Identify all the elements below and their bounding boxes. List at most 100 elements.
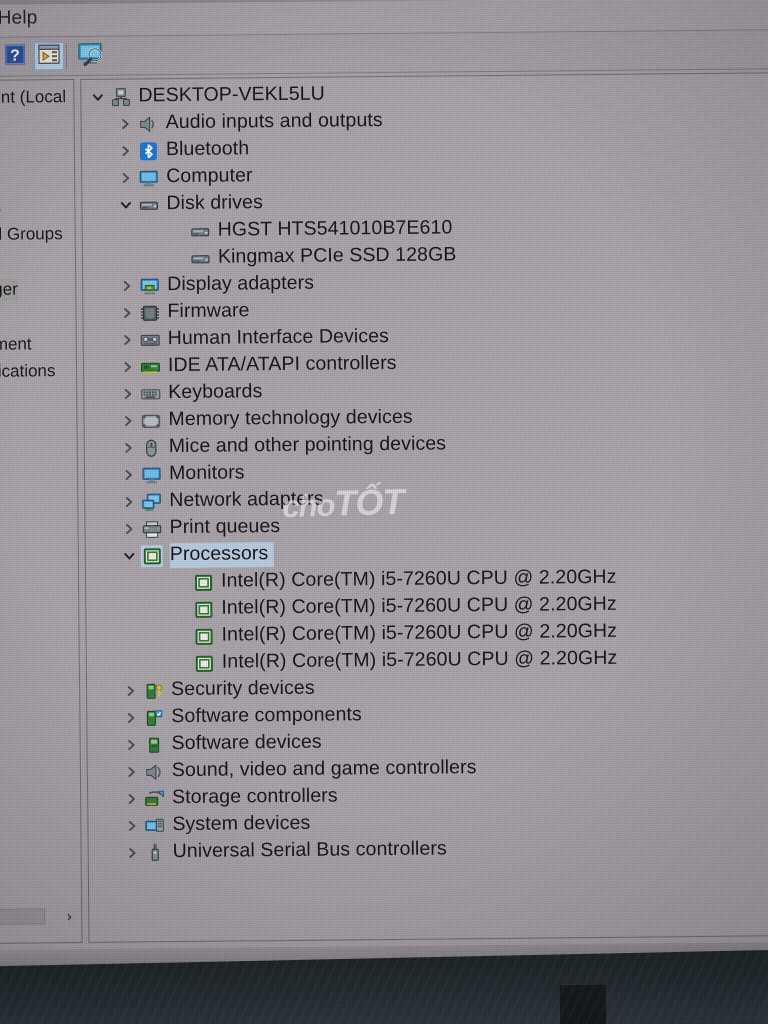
console-tree-item-label: d Groups xyxy=(0,224,63,244)
console-tree-item[interactable]: s xyxy=(0,197,1,219)
console-tree-item-label: ment xyxy=(0,334,32,354)
device-tree-node-label: Print queues xyxy=(169,515,281,539)
device-tree-node-label: Display adapters xyxy=(167,271,315,296)
software-component-icon xyxy=(142,707,164,729)
chevron-right-icon[interactable] xyxy=(113,164,137,191)
chevron-right-icon[interactable] xyxy=(115,407,139,434)
chevron-right-icon[interactable] xyxy=(116,434,140,461)
chevron-right-icon[interactable] xyxy=(116,461,140,488)
chevron-down-icon[interactable] xyxy=(85,84,109,111)
device-tree-node-label: Intel(R) Core(TM) i5-7260U CPU @ 2.20GHz xyxy=(220,566,617,592)
disk-drive-icon xyxy=(189,220,211,242)
processor-icon xyxy=(193,652,215,674)
computer-management-window: Help ? ent (Local d Groups ger ment lica… xyxy=(0,0,768,950)
device-tree-node-label: Sound, video and game controllers xyxy=(171,756,477,782)
device-tree-node-label: Intel(R) Core(TM) i5-7260U CPU @ 2.20GHz xyxy=(221,647,618,673)
processor-icon xyxy=(140,544,163,567)
toolbar-separator xyxy=(65,43,68,70)
device-tree-node[interactable]: Universal Serial Bus controllers xyxy=(89,833,768,867)
disk-drive-icon xyxy=(137,194,159,216)
chevron-right-icon[interactable] xyxy=(115,353,139,380)
console-tree-item[interactable]: lications xyxy=(0,360,56,383)
device-tree-node-label: Audio inputs and outputs xyxy=(165,109,383,134)
properties-button[interactable] xyxy=(33,42,65,71)
photo-of-monitor: Help ? ent (Local d Groups ger ment lica… xyxy=(0,0,768,1024)
monitor-icon xyxy=(140,464,162,486)
console-tree-item[interactable]: ger xyxy=(0,278,18,301)
device-tree-node-label: DESKTOP-VEKL5LU xyxy=(138,82,325,107)
chevron-right-icon[interactable] xyxy=(118,704,142,731)
bluetooth-icon xyxy=(137,140,159,162)
device-tree-node-label: Security devices xyxy=(170,676,315,701)
chevron-right-icon[interactable] xyxy=(119,785,143,812)
hscrollbar-thumb[interactable] xyxy=(0,908,46,925)
console-tree-item[interactable]: ent (Local xyxy=(0,86,66,109)
menu-item-help[interactable]: Help xyxy=(0,7,38,29)
system-device-icon xyxy=(143,815,165,837)
help-button[interactable]: ? xyxy=(0,42,30,70)
processor-icon xyxy=(192,625,214,647)
printer-icon xyxy=(140,518,162,540)
device-tree-node-label: Processors xyxy=(169,542,274,568)
chevron-right-icon[interactable] xyxy=(116,515,140,542)
storage-controller-icon xyxy=(143,788,165,810)
device-tree: DESKTOP-VEKL5LU Audio inputs and outputs B… xyxy=(81,77,768,867)
chevron-right-icon[interactable] xyxy=(114,299,138,326)
device-tree-node-label: Monitors xyxy=(168,461,245,485)
device-tree-node-label: Kingmax PCIe SSD 128GB xyxy=(217,243,457,268)
chevron-right-icon[interactable] xyxy=(114,272,138,299)
chevron-right-icon[interactable] xyxy=(118,677,142,704)
chevron-right-icon[interactable] xyxy=(116,488,140,515)
device-manager-pane[interactable]: DESKTOP-VEKL5LU Audio inputs and outputs B… xyxy=(80,72,768,943)
processor-icon xyxy=(192,571,214,593)
display-adapter-icon xyxy=(138,275,160,297)
device-tree-node-label: Firmware xyxy=(167,299,250,323)
network-adapter-icon xyxy=(140,491,162,513)
usb-controller-icon xyxy=(144,842,166,864)
software-device-icon xyxy=(143,734,165,756)
processor-icon xyxy=(192,598,214,620)
console-tree-pane[interactable]: ent (Localrsd Groupsgermentlications › xyxy=(0,79,83,944)
chevron-right-icon[interactable] xyxy=(118,731,142,758)
chevron-down-icon[interactable] xyxy=(117,542,141,569)
device-tree-node-label: Intel(R) Core(TM) i5-7260U CPU @ 2.20GHz xyxy=(221,593,617,619)
console-tree-item[interactable]: ment xyxy=(0,333,32,355)
console-tree-hscrollbar[interactable]: › xyxy=(0,906,81,929)
device-tree-node-label: System devices xyxy=(172,812,311,836)
computer-node-icon xyxy=(109,86,131,108)
device-tree-node-label: IDE ATA/ATAPI controllers xyxy=(167,352,397,377)
hscrollbar-right-arrow[interactable]: › xyxy=(59,906,79,926)
properties-window-icon xyxy=(38,44,60,69)
memory-technology-icon xyxy=(139,410,161,432)
security-device-icon xyxy=(142,680,164,702)
chevron-right-icon[interactable] xyxy=(115,380,139,407)
device-tree-node-label: Software devices xyxy=(171,730,322,755)
device-tree-node-label: Network adapters xyxy=(169,487,324,512)
chevron-right-icon[interactable] xyxy=(119,812,143,839)
device-tree-node-label: Software components xyxy=(171,703,362,728)
device-tree-node-label: Keyboards xyxy=(168,380,263,404)
sound-video-game-icon xyxy=(143,761,165,783)
device-tree-node-label: Memory technology devices xyxy=(168,406,413,431)
device-tree-node-label: Disk drives xyxy=(166,191,263,215)
device-tree-node-label: HGST HTS541010B7E610 xyxy=(217,216,453,241)
chevron-down-icon[interactable] xyxy=(113,191,137,218)
firmware-chip-icon xyxy=(138,302,160,324)
chevron-right-icon[interactable] xyxy=(115,326,139,353)
scan-hardware-changes-button[interactable] xyxy=(74,42,108,70)
device-tree-node-label: Storage controllers xyxy=(172,784,338,809)
svg-text:?: ? xyxy=(10,47,20,64)
chevron-right-icon[interactable] xyxy=(113,137,137,164)
chevron-right-icon[interactable] xyxy=(113,110,137,137)
ide-controller-icon xyxy=(139,356,161,378)
console-tree-item-label: s xyxy=(0,198,1,218)
console-tree-item[interactable]: d Groups xyxy=(0,223,63,246)
chevron-right-icon[interactable] xyxy=(119,758,143,785)
chevron-right-icon[interactable] xyxy=(120,839,144,866)
disk-drive-icon xyxy=(189,247,211,269)
